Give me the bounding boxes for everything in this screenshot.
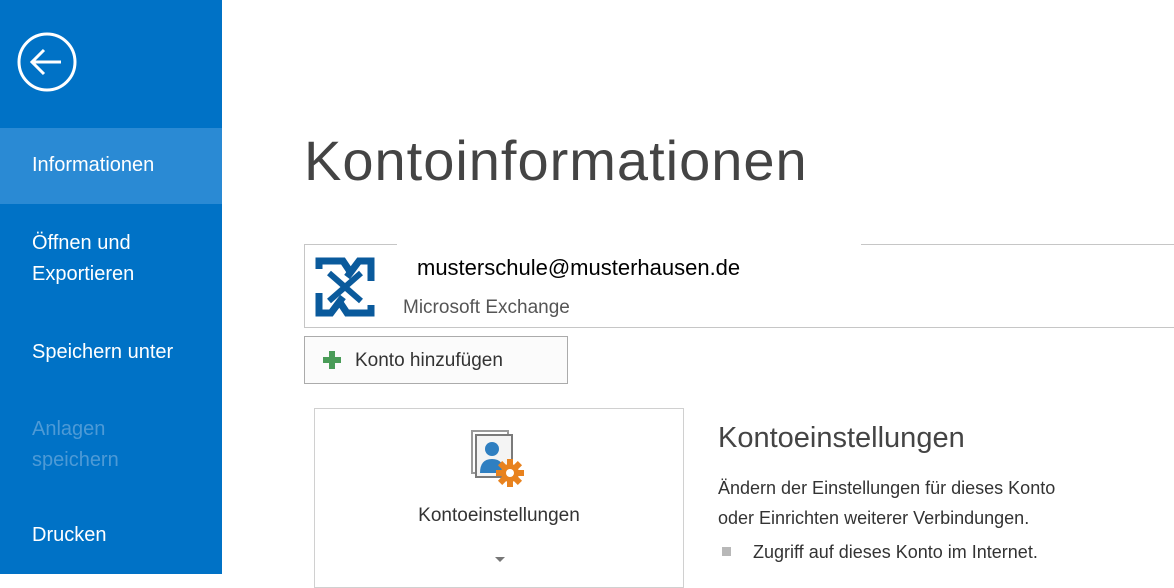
account-selector[interactable]: musterschule@musterhausen.de Microsoft E… [304, 237, 1174, 328]
nav-item-anlagen-speichern: Anlagen speichern [0, 414, 222, 480]
account-settings-button[interactable]: Kontoeinstellungen [314, 408, 684, 588]
chevron-down-icon [495, 557, 505, 562]
nav-item-label-line1: Anlagen [32, 418, 106, 440]
nav-item-speichern-unter[interactable]: Speichern unter [0, 337, 222, 371]
nav-item-label-line1: Öffnen und [32, 232, 131, 254]
nav-item-oeffnen-exportieren[interactable]: Öffnen und Exportieren [0, 228, 222, 300]
bullet-square-icon [722, 546, 731, 556]
account-settings-tile-label: Kontoeinstellungen [418, 505, 580, 526]
nav-item-label-line2: Exportieren [32, 263, 135, 285]
section-title: Kontoeinstellungen [718, 422, 965, 454]
nav-item-label: Speichern unter [32, 341, 174, 363]
section-description-line2: oder Einrichten weiterer Verbindungen. [718, 508, 1030, 528]
add-account-button[interactable]: Konto hinzufügen [304, 336, 568, 384]
section-description: Ändern der Einstellungen für dieses Kont… [718, 473, 1168, 533]
nav-item-informationen[interactable]: Informationen [0, 128, 222, 204]
add-account-label: Konto hinzufügen [355, 350, 503, 371]
nav-item-label: Informationen [32, 154, 155, 176]
plus-icon [323, 351, 341, 369]
backstage-nav: Informationen Öffnen und Exportieren Spe… [0, 0, 222, 574]
page-title: Kontoinformationen [304, 129, 808, 192]
bullet-item: Zugriff auf dieses Konto im Internet. [722, 542, 1038, 563]
account-settings-gear-icon [471, 430, 524, 487]
back-button[interactable] [14, 24, 90, 100]
account-type: Microsoft Exchange [403, 297, 570, 318]
exchange-logo-icon [315, 257, 375, 317]
section-description-line1: Ändern der Einstellungen für dieses Kont… [718, 478, 1056, 498]
nav-item-drucken[interactable]: Drucken [0, 520, 222, 554]
back-arrow-circle-icon [17, 32, 77, 92]
nav-item-label: Drucken [32, 524, 107, 546]
bullet-text: Zugriff auf dieses Konto im Internet. [753, 542, 1038, 562]
account-email: musterschule@musterhausen.de [417, 255, 741, 280]
nav-item-label-line2: speichern [32, 449, 119, 471]
